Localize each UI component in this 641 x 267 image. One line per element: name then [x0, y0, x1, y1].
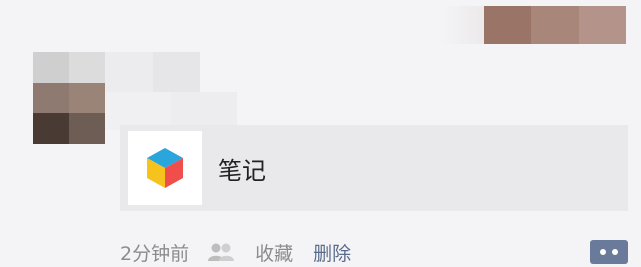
shared-link-card[interactable]: 笔记	[120, 125, 628, 211]
delete-link[interactable]: 删除	[313, 239, 351, 266]
people-icon[interactable]	[207, 241, 235, 263]
moments-post: 笔记 2分钟前 收藏 删除	[0, 0, 641, 267]
comment-dots-icon[interactable]	[590, 240, 628, 264]
avatar[interactable]	[33, 52, 105, 144]
previous-post-photo[interactable]	[484, 6, 626, 44]
post-meta-row: 2分钟前 收藏 删除	[120, 238, 351, 266]
card-title: 笔记	[218, 156, 266, 185]
notes-cube-icon	[147, 148, 183, 188]
post-timestamp: 2分钟前	[120, 242, 190, 265]
username-blurred[interactable]	[105, 52, 200, 92]
favorite-link[interactable]: 收藏	[255, 239, 293, 266]
card-thumbnail	[128, 131, 202, 205]
blurred-region	[440, 6, 486, 44]
